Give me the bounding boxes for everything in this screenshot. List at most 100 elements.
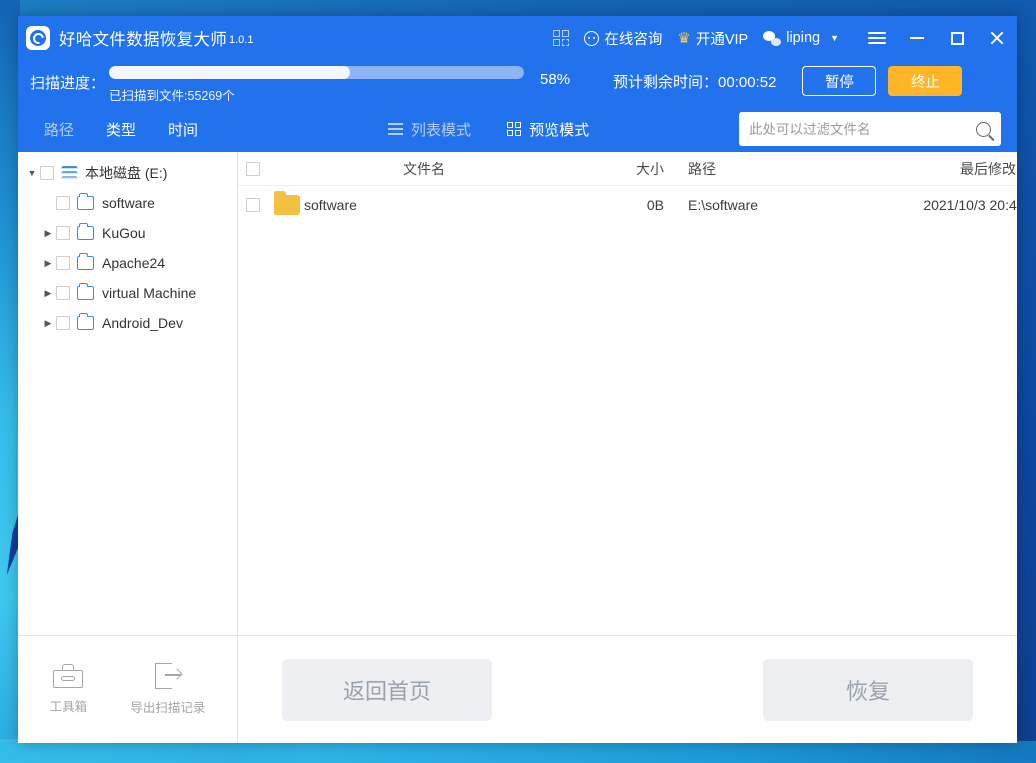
scan-progress-row: 扫描进度： 已扫描到文件:55269个 58% 预计剩余时间：00:00:52 … — [18, 60, 1017, 106]
sidebar-item-software[interactable]: software — [18, 188, 237, 218]
view-mode-preview-label: 预览模式 — [529, 121, 590, 139]
back-home-button[interactable]: 返回首页 — [282, 658, 492, 721]
folder-outline-icon — [77, 253, 94, 270]
online-consult-button[interactable]: 在线咨询 — [584, 28, 662, 49]
scan-eta-label: 预计剩余时间：00:00:52 — [613, 74, 777, 91]
view-mode-preview[interactable]: 预览模式 — [507, 119, 589, 140]
cell-file-name: software — [274, 191, 574, 215]
tree-checkbox[interactable] — [56, 226, 70, 240]
toolbox-icon — [53, 664, 84, 688]
sidebar-item-android-dev[interactable]: ▶ Android_Dev — [18, 308, 237, 338]
minimize-icon[interactable] — [897, 16, 937, 60]
crown-icon: ♛ — [677, 29, 691, 47]
scan-progress-label: 扫描进度： — [30, 75, 106, 92]
tab-time[interactable]: 时间 — [168, 119, 198, 140]
sidebar-item-kugou[interactable]: ▶ KuGou — [18, 218, 237, 248]
user-account-menu[interactable]: liping ▼ — [763, 30, 839, 46]
sidebar-item-apache24[interactable]: ▶ Apache24 — [18, 248, 237, 278]
footer-tools: 工具箱 导出扫描记录 — [18, 636, 238, 743]
tab-path-label: 路径 — [44, 121, 75, 139]
desktop-left-strip — [0, 0, 20, 763]
sidebar-item-label: KuGou — [102, 225, 146, 241]
pause-button[interactable]: 暂停 — [802, 66, 877, 96]
table-header: 文件名 大小 路径 最后修改时间 预览 — [238, 152, 1017, 186]
user-name-label: liping — [786, 30, 821, 46]
export-scan-log-button[interactable]: 导出扫描记录 — [130, 663, 205, 716]
search-input[interactable] — [749, 121, 976, 137]
cell-modified-time: 2021/10/3 20:45:36 — [923, 197, 1017, 213]
disk-icon — [61, 165, 78, 181]
footer-bar: 工具箱 导出扫描记录 返回首页 恢复 — [18, 635, 1017, 743]
application-window: 好哈文件数据恢复大师 1.0.1 在线咨询 ♛ 开通VIP liping ▼ 扫… — [18, 16, 1017, 743]
search-box[interactable] — [739, 112, 1001, 146]
folder-filled-icon — [274, 191, 300, 215]
tree-checkbox[interactable] — [56, 256, 70, 270]
column-header-modified[interactable]: 最后修改时间 — [854, 159, 1017, 179]
expand-arrow-icon[interactable]: ▶ — [40, 288, 56, 299]
tree-checkbox[interactable] — [56, 286, 70, 300]
view-mode-list[interactable]: 列表模式 — [388, 119, 479, 140]
chat-bubble-icon — [584, 30, 600, 46]
select-all-checkbox[interactable] — [245, 161, 260, 176]
grid-view-icon — [507, 122, 522, 136]
file-list-panel: 文件名 大小 路径 最后修改时间 预览 software 0B E:\softw… — [238, 152, 1017, 635]
tab-type-label: 类型 — [106, 121, 137, 139]
main-body: ▼ 本地磁盘 (E:) software ▶ KuGou ▶ Apache24 … — [18, 152, 1017, 635]
tab-time-label: 时间 — [168, 121, 199, 139]
folder-outline-icon — [77, 283, 94, 300]
open-vip-button[interactable]: ♛ 开通VIP — [677, 28, 748, 49]
toolbox-button[interactable]: 工具箱 — [49, 664, 88, 715]
app-header: 好哈文件数据恢复大师 1.0.1 在线咨询 ♛ 开通VIP liping ▼ 扫… — [18, 16, 1017, 157]
app-version: 1.0.1 — [229, 34, 254, 46]
scan-progress-wrap: 已扫描到文件:55269个 — [109, 66, 525, 104]
filter-toolbar: 路径 类型 时间 列表模式 预览模式 — [18, 106, 1017, 157]
scan-progress-bar — [109, 66, 525, 79]
search-icon[interactable] — [976, 121, 991, 137]
sidebar-item-label: Apache24 — [102, 255, 166, 271]
table-row[interactable]: software 0B E:\software 2021/10/3 20:45:… — [238, 186, 1017, 224]
scan-progress-percent: 58% — [540, 71, 571, 88]
expand-arrow-icon[interactable]: ▶ — [40, 228, 56, 239]
tree-checkbox[interactable] — [56, 316, 70, 330]
tree-checkbox[interactable] — [40, 166, 54, 180]
expand-arrow-icon[interactable]: ▼ — [24, 168, 40, 178]
folder-outline-icon — [77, 223, 94, 240]
list-view-icon — [388, 120, 404, 138]
window-controls — [857, 16, 1017, 60]
view-mode-list-label: 列表模式 — [411, 121, 472, 139]
sidebar-item-virtual-machine[interactable]: ▶ virtual Machine — [18, 278, 237, 308]
export-label: 导出扫描记录 — [130, 701, 206, 715]
maximize-icon[interactable] — [937, 16, 977, 60]
column-header-size[interactable]: 大小 — [574, 159, 674, 179]
column-header-path[interactable]: 路径 — [674, 159, 854, 179]
tab-type[interactable]: 类型 — [106, 119, 136, 140]
footer-actions: 返回首页 恢复 — [238, 636, 1017, 743]
cell-file-path: E:\software — [688, 197, 759, 213]
open-vip-label: 开通VIP — [695, 31, 749, 48]
hamburger-menu-icon[interactable] — [857, 16, 897, 60]
folder-tree-sidebar[interactable]: ▼ 本地磁盘 (E:) software ▶ KuGou ▶ Apache24 … — [18, 152, 238, 635]
stop-button[interactable]: 终止 — [888, 66, 963, 96]
folder-outline-icon — [77, 313, 94, 330]
column-header-name[interactable]: 文件名 — [274, 159, 574, 179]
recover-button[interactable]: 恢复 — [763, 658, 973, 721]
recovery-logo-icon — [26, 26, 50, 50]
folder-outline-icon — [77, 193, 94, 210]
toolbox-label: 工具箱 — [49, 700, 88, 714]
row-select-cell[interactable] — [238, 198, 274, 212]
title-bar: 好哈文件数据恢复大师 1.0.1 在线咨询 ♛ 开通VIP liping ▼ — [18, 16, 1017, 60]
sidebar-item-label: 本地磁盘 (E:) — [85, 165, 168, 181]
tab-path[interactable]: 路径 — [44, 119, 75, 157]
select-all-cell[interactable] — [238, 161, 274, 176]
sidebar-item-local-disk-e[interactable]: ▼ 本地磁盘 (E:) — [18, 158, 237, 188]
close-icon[interactable] — [977, 16, 1017, 60]
expand-arrow-icon[interactable]: ▶ — [40, 258, 56, 269]
row-checkbox[interactable] — [245, 198, 260, 212]
qrcode-icon[interactable] — [553, 30, 570, 46]
file-name-label: software — [304, 197, 357, 213]
export-icon — [154, 663, 181, 689]
cell-file-size: 0B — [646, 197, 664, 213]
expand-arrow-icon[interactable]: ▶ — [40, 318, 56, 329]
wechat-icon — [763, 30, 782, 46]
tree-checkbox[interactable] — [56, 196, 70, 210]
